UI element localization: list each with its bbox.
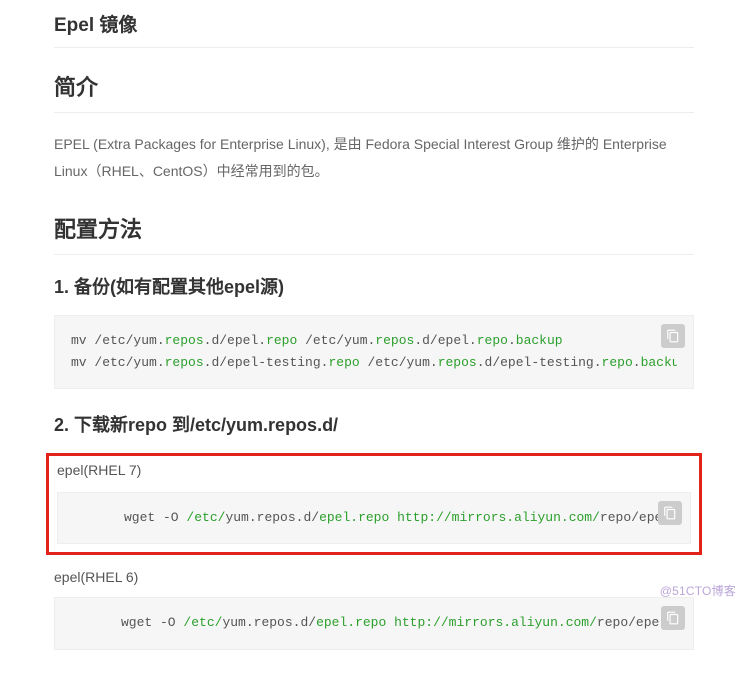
rhel7-code-block: wget -O /etc/yum.repos.d/epel.repo http:… — [57, 492, 691, 544]
rhel6-code-block: wget -O /etc/yum.repos.d/epel.repo http:… — [54, 597, 694, 649]
step1-heading: 1. 备份(如有配置其他epel源) — [54, 273, 694, 299]
code-content: mv /etc/yum.repos.d/epel.repo /etc/yum.r… — [71, 330, 677, 374]
step2-heading: 2. 下载新repo 到/etc/yum.repos.d/ — [54, 411, 694, 437]
step1-code-block: mv /etc/yum.repos.d/epel.repo /etc/yum.r… — [54, 315, 694, 389]
copy-icon — [663, 506, 677, 520]
document-content: Epel 镜像 简介 EPEL (Extra Packages for Ente… — [0, 0, 748, 692]
copy-button[interactable] — [661, 324, 685, 348]
rhel6-label: epel(RHEL 6) — [54, 569, 694, 585]
page-title: Epel 镜像 — [54, 10, 694, 48]
intro-heading: 简介 — [54, 70, 694, 113]
code-content: wget -O /etc/yum.repos.d/epel.repo http:… — [71, 612, 677, 634]
highlighted-box-rhel7: epel(RHEL 7) wget -O /etc/yum.repos.d/ep… — [46, 453, 702, 555]
config-heading: 配置方法 — [54, 212, 694, 255]
copy-button[interactable] — [658, 501, 682, 525]
copy-icon — [666, 611, 680, 625]
copy-icon — [666, 329, 680, 343]
intro-paragraph: EPEL (Extra Packages for Enterprise Linu… — [54, 131, 694, 184]
watermark: @51CTO博客 — [660, 582, 736, 599]
rhel7-label: epel(RHEL 7) — [57, 462, 691, 478]
copy-button[interactable] — [661, 606, 685, 630]
code-content: wget -O /etc/yum.repos.d/epel.repo http:… — [74, 507, 674, 529]
